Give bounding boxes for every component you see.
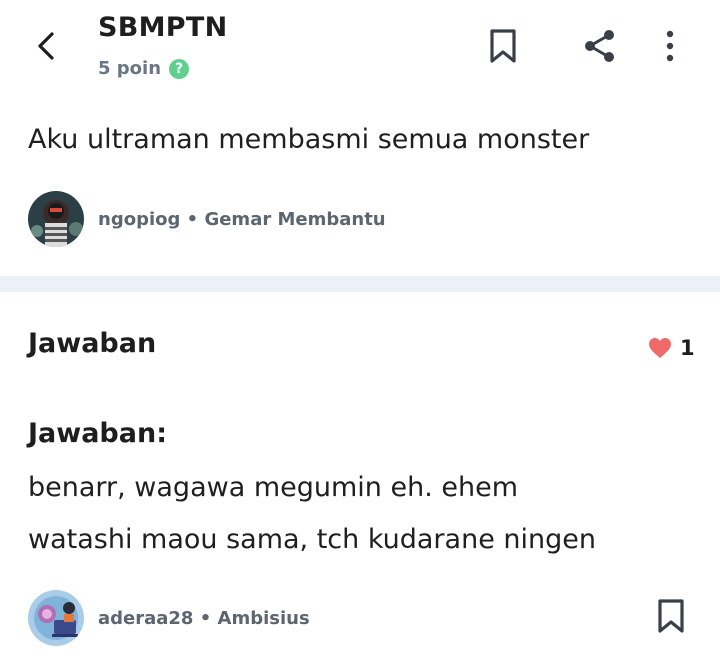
separator-dot: •: [199, 607, 212, 629]
avatar[interactable]: [28, 590, 84, 646]
answerer-avatar-image: [28, 590, 84, 646]
section-divider: [0, 276, 720, 292]
more-options-button[interactable]: [658, 28, 682, 64]
author-line: aderaa28 • Ambisius: [98, 608, 310, 629]
like-count: 1: [680, 336, 695, 360]
answer-bookmark-button[interactable]: [656, 598, 686, 634]
question-mark-icon[interactable]: ?: [169, 58, 190, 79]
question-text: Aku ultraman membasmi semua monster: [28, 124, 590, 155]
asker-avatar-image: [28, 191, 84, 247]
bookmark-icon: [490, 29, 516, 63]
share-button[interactable]: [582, 28, 618, 64]
more-vertical-icon: [666, 30, 674, 62]
answer-text-line: watashi maou sama, tch kudarane ningen: [28, 524, 596, 555]
author-username[interactable]: ngopiog: [98, 209, 180, 230]
subject-title: SBMPTN: [98, 12, 228, 43]
author-username[interactable]: aderaa28: [98, 608, 193, 629]
question-header: SBMPTN 5 poin ?: [0, 0, 720, 100]
chevron-left-icon: [38, 32, 54, 60]
bookmark-button[interactable]: [488, 28, 518, 64]
author-line: ngopiog • Gemar Membantu: [98, 209, 386, 230]
author-rank: Gemar Membantu: [204, 208, 386, 230]
heart-icon: [649, 338, 671, 358]
answer-heading: Jawaban:: [28, 418, 167, 449]
share-icon: [585, 30, 614, 62]
author-rank: Ambisius: [217, 607, 310, 629]
answer-author: aderaa28 • Ambisius: [28, 590, 310, 646]
points-value: 5 poin: [98, 58, 162, 79]
answer-text-line: benarr, wagawa megumin eh. ehem: [28, 472, 519, 503]
separator-dot: •: [186, 208, 199, 230]
back-button[interactable]: [30, 28, 66, 64]
question-author: ngopiog • Gemar Membantu: [28, 191, 386, 247]
points-label: 5 poin ?: [98, 58, 190, 79]
like-button[interactable]: 1: [648, 336, 695, 360]
answer-section-title: Jawaban: [28, 328, 157, 359]
bookmark-icon: [658, 599, 684, 633]
avatar[interactable]: [28, 191, 84, 247]
